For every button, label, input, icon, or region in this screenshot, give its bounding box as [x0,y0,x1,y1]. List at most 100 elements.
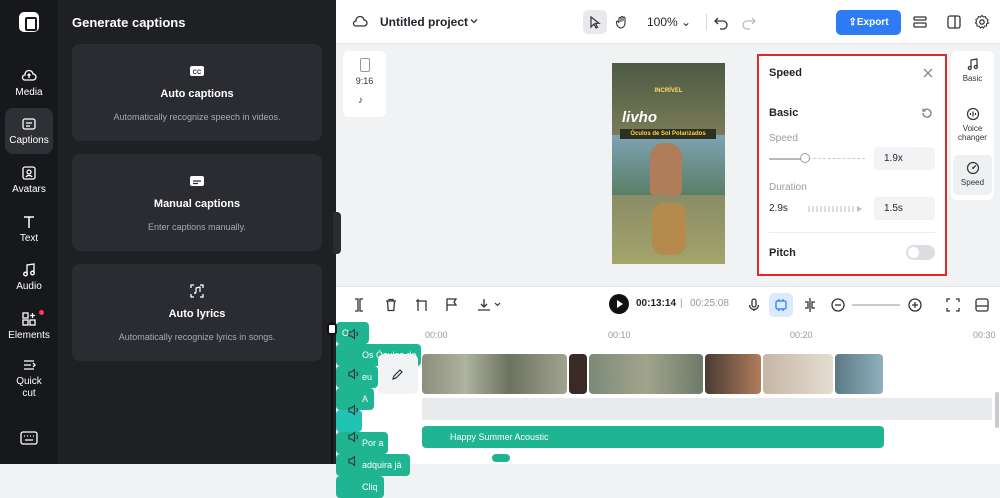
cloud-icon [352,15,368,27]
speaker-icon[interactable] [348,368,360,380]
auto-captions-card[interactable]: CC Auto captions Automatically recognize… [72,44,322,141]
speed-value-field[interactable]: 1.9x [874,147,935,170]
voice-wave-icon [966,107,979,121]
auto-snap-button[interactable] [769,293,793,317]
export-label: Export [856,17,889,28]
manual-captions-card[interactable]: Manual captions Enter captions manually. [72,154,322,251]
rail-captions[interactable]: Captions [5,108,53,154]
current-time: 00:13:14 [636,298,677,309]
playhead-handle[interactable] [327,323,337,335]
select-tool-button[interactable] [583,10,607,34]
reset-icon[interactable] [921,107,933,119]
freeze-frame-icon[interactable] [414,297,430,313]
caption-clip[interactable]: Cliq [336,476,384,498]
export-button[interactable]: ⇪ Export [836,10,901,35]
hand-icon [615,15,626,29]
collapse-panel-handle[interactable] [333,212,341,254]
panel-title: Generate captions [72,15,186,30]
speed-label: Speed [769,133,798,144]
speed-slider[interactable] [769,153,865,163]
audio-clip-fragment[interactable] [492,454,510,462]
video-clip[interactable] [763,354,833,394]
elements-icon [22,311,36,326]
fit-icon[interactable] [945,297,961,313]
close-icon[interactable] [922,67,934,79]
timeline-zoom-slider[interactable] [852,304,900,306]
speaker-icon[interactable] [348,328,360,340]
speaker-icon[interactable] [348,455,360,467]
preview-cat-figure [652,203,686,255]
card-title: Auto lyrics [168,308,226,320]
ruler-label: 00:30 [973,330,996,340]
playhead[interactable] [331,322,333,464]
audio-clip[interactable]: Happy Summer Acoustic [422,426,884,448]
tab-voice-changer[interactable]: Voice changer [953,107,992,147]
video-clip[interactable] [422,354,567,394]
speedometer-icon [966,161,979,175]
project-title[interactable]: Untitled project [380,15,468,29]
gear-icon[interactable] [974,14,990,30]
video-preview[interactable]: INCRÍVEL livho Óculos de Sol Polarizados [612,63,725,264]
play-button[interactable] [609,294,629,314]
slider-handle[interactable] [800,153,811,163]
chevron-down-icon[interactable] [469,16,479,26]
undo-icon[interactable] [713,14,729,30]
captions-panel: Generate captions CC Auto captions Autom… [58,0,336,464]
zoom-level[interactable]: 100% ⌄ [647,15,691,29]
speaker-icon[interactable] [348,431,360,443]
duration-label: Duration [769,182,807,193]
auto-lyrics-card[interactable]: Auto lyrics Automatically recognize lyri… [72,264,322,361]
keyboard-icon[interactable] [20,431,38,445]
rail-avatars[interactable]: Avatars [5,157,53,203]
pencil-icon [392,369,403,380]
ruler-label: 00:20 [790,330,813,340]
hand-tool-button[interactable] [610,10,634,34]
caption-clip[interactable]: Por a [336,432,388,454]
pitch-label: Pitch [769,247,796,259]
trash-icon[interactable] [383,297,399,313]
panel-layout-icon[interactable] [974,297,990,313]
video-clip[interactable] [835,354,883,394]
zoom-in-icon[interactable] [907,297,923,313]
chevron-down-icon: ⌄ [681,15,692,29]
split-view-icon[interactable] [946,14,962,30]
pitch-toggle[interactable] [906,245,935,260]
music-note-icon [23,262,35,276]
rail-audio[interactable]: Audio [5,254,53,300]
layers-icon[interactable] [912,14,928,30]
redo-icon[interactable] [741,14,757,30]
video-clip[interactable] [589,354,703,394]
preview-overlay-small: INCRÍVEL [654,88,683,94]
captions-icon [22,117,36,130]
speaker-icon[interactable] [348,404,360,416]
rail-quick-cut[interactable]: Quick cut [5,352,53,404]
preview-man-figure [650,143,682,195]
tab-speed[interactable]: Speed [953,155,992,195]
divider [769,232,935,233]
rail-elements[interactable]: Elements [5,303,53,349]
left-rail: Media Captions Avatars Text Audio Elemen… [0,0,58,464]
edit-track-button[interactable] [378,354,418,394]
flag-icon[interactable] [444,297,460,313]
upload-icon: ⇪ [848,17,857,28]
rail-label: Elements [8,329,50,341]
aspect-ratio-card[interactable]: 9:16 ♪ [343,51,386,117]
timeline[interactable]: 00:00 00:10 00:20 00:30 O Os Óculos de e… [336,322,1000,498]
mirror-split-icon[interactable] [802,297,818,313]
video-clip[interactable] [569,354,587,394]
split-icon[interactable] [351,297,367,313]
rail-media[interactable]: Media [5,60,53,106]
zoom-out-icon[interactable] [830,297,846,313]
tab-basic[interactable]: Basic [953,57,992,93]
zoom-value: 100% [647,15,678,29]
lyrics-scan-icon [190,284,204,298]
app-logo[interactable] [19,12,39,32]
video-clip[interactable] [705,354,761,394]
download-menu-icon[interactable] [476,297,502,313]
microphone-icon[interactable] [746,297,762,313]
property-tabs: Basic Voice changer Speed [951,51,994,200]
rail-text[interactable]: Text [5,206,53,252]
duration-value-field[interactable]: 1.5s [874,197,935,220]
section-title: Basic [769,107,799,119]
timeline-scrollbar[interactable] [995,392,999,428]
